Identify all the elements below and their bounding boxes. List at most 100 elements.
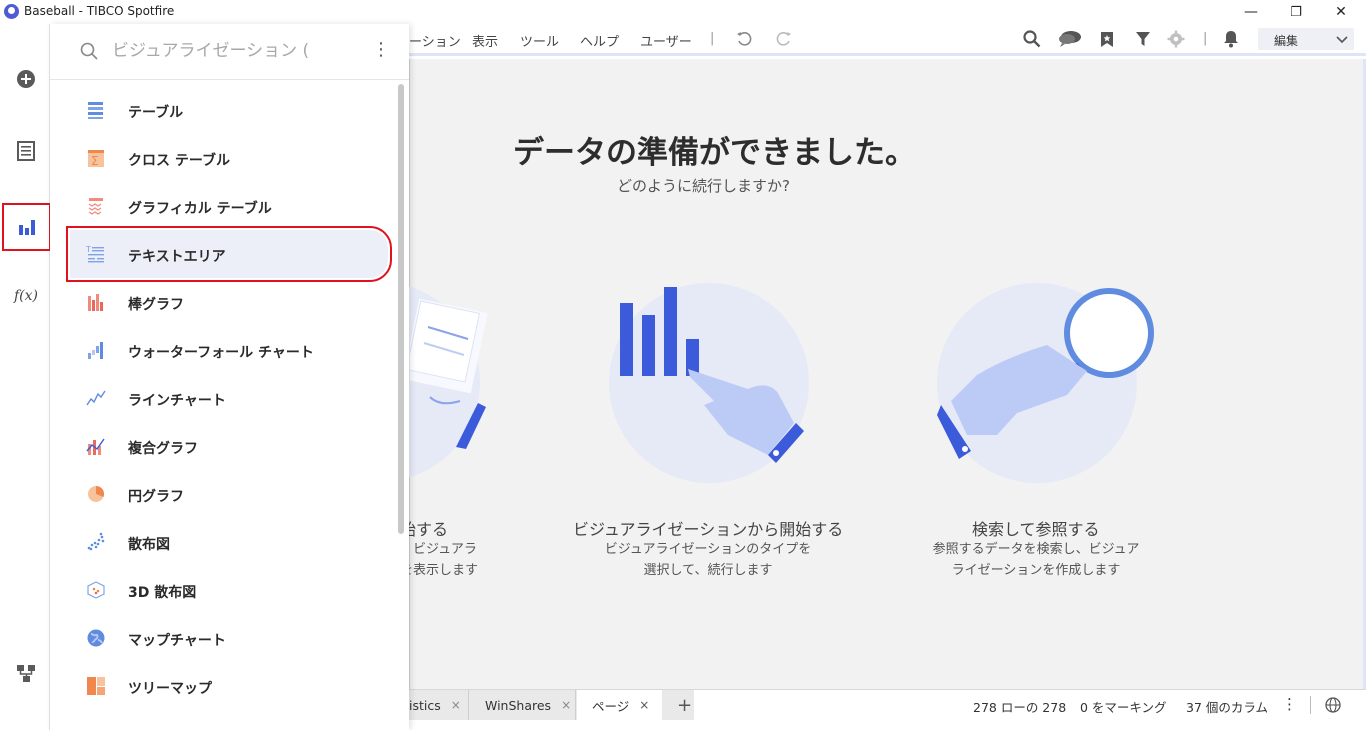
vis-item-label: ツリーマップ bbox=[128, 681, 212, 697]
tab-close-icon[interactable]: × bbox=[639, 698, 649, 712]
menu-item-view[interactable]: 表示 bbox=[472, 31, 498, 50]
vis-item-scatter-plot[interactable]: 散布図 bbox=[70, 518, 388, 566]
vis-item-label: 散布図 bbox=[128, 537, 170, 553]
vis-item-label: ラインチャート bbox=[128, 393, 226, 409]
combination-chart-icon bbox=[86, 438, 105, 455]
page-tabs: istics × WinShares × ページ × + bbox=[409, 690, 694, 720]
card-desc-line: 選択して、続行します bbox=[643, 563, 773, 578]
card-description: ビジュアライゼーションのタイプを 選択して、続行します bbox=[603, 539, 813, 581]
more-vertical-icon[interactable]: ⋮ bbox=[372, 40, 390, 60]
vis-item-pie-chart[interactable]: 円グラフ bbox=[70, 470, 388, 518]
vis-item-line-chart[interactable]: ラインチャート bbox=[70, 374, 388, 422]
card-desc-line: 、ビジュアラ bbox=[400, 542, 477, 557]
visualization-search-input[interactable] bbox=[112, 38, 324, 64]
search-bar: ⋮ bbox=[50, 24, 409, 80]
vis-item-label: グラフィカル テーブル bbox=[128, 201, 272, 217]
menu-item-help[interactable]: ヘルプ bbox=[580, 31, 619, 50]
settings-button[interactable] bbox=[1166, 29, 1186, 49]
card-title: ビジュアライゼーションから開始する bbox=[573, 520, 844, 539]
card-desc-line: を表示します bbox=[400, 563, 479, 578]
3d-scatter-plot-icon bbox=[87, 581, 105, 599]
menu-item-user[interactable]: ユーザー bbox=[640, 31, 692, 50]
gear-icon bbox=[1167, 30, 1185, 48]
close-button[interactable]: ✕ bbox=[1318, 0, 1364, 24]
add-page-button[interactable]: + bbox=[677, 690, 692, 720]
filter-button[interactable] bbox=[1133, 29, 1153, 49]
vis-item-map-chart[interactable]: マップチャート bbox=[70, 614, 388, 662]
page-subtitle: どのように続行しますか? bbox=[617, 177, 790, 195]
menu-item-tools[interactable]: ツール bbox=[520, 31, 559, 50]
redo-button[interactable] bbox=[774, 29, 794, 49]
status-more-button[interactable]: ⋮ bbox=[1282, 695, 1297, 713]
tab-label: istics bbox=[409, 697, 441, 713]
collaboration-button[interactable] bbox=[1058, 29, 1082, 49]
undo-button[interactable] bbox=[734, 29, 754, 49]
vis-item-bar-chart[interactable]: 棒グラフ bbox=[70, 278, 388, 326]
edit-mode-label: 編集 bbox=[1274, 34, 1299, 48]
vis-item-waterfall-chart[interactable]: ウォーターフォール チャート bbox=[70, 326, 388, 374]
function-icon[interactable]: f(x) bbox=[3, 273, 49, 319]
card-description: 参照するデータを検索し、ビジュア ライゼーションを作成します bbox=[927, 539, 1145, 581]
add-icon bbox=[17, 70, 35, 88]
card-description: 、ビジュアラ を表示します bbox=[400, 539, 478, 581]
data-table-icon bbox=[17, 141, 35, 161]
marked-count: 0 をマーキング bbox=[1080, 700, 1167, 715]
vis-item-table[interactable]: テーブル bbox=[70, 86, 388, 134]
status-bar: istics × WinShares × ページ × + 278 ローの 278… bbox=[409, 689, 1366, 730]
card-title: 検索して参照する bbox=[972, 520, 1100, 539]
card-desc-line: ビジュアライゼーションのタイプを bbox=[604, 542, 812, 557]
redo-icon bbox=[776, 32, 791, 46]
search-icon bbox=[80, 42, 98, 60]
edit-mode-dropdown[interactable]: 編集 bbox=[1258, 28, 1354, 50]
documents-illustration-icon bbox=[410, 298, 488, 449]
page-tab-statistics[interactable]: istics × bbox=[409, 690, 469, 720]
vis-item-cross-table[interactable]: Σ クロス テーブル bbox=[70, 134, 388, 182]
table-icon bbox=[88, 102, 103, 119]
menu-bar: ーション 表示 ツール ヘルプ ユーザー | | 編集 bbox=[409, 24, 1366, 56]
tab-close-icon[interactable]: × bbox=[561, 698, 571, 712]
chevron-down-icon bbox=[1336, 36, 1348, 44]
vis-item-label: 円グラフ bbox=[128, 489, 184, 505]
tab-close-icon[interactable]: × bbox=[451, 698, 461, 712]
status-separator bbox=[1310, 696, 1311, 714]
restore-button[interactable]: ❐ bbox=[1273, 0, 1319, 24]
tab-label: ページ bbox=[592, 698, 630, 714]
minimize-button[interactable]: — bbox=[1228, 0, 1274, 24]
notifications-button[interactable] bbox=[1221, 29, 1241, 49]
panel-scrollbar[interactable] bbox=[398, 84, 404, 534]
page-tab-page[interactable]: ページ × bbox=[577, 690, 662, 720]
bookmark-button[interactable] bbox=[1097, 29, 1117, 49]
data-canvas-button[interactable] bbox=[3, 650, 49, 696]
vis-item-label: ウォーターフォール チャート bbox=[128, 345, 314, 361]
spotfire-logo-icon bbox=[4, 4, 19, 19]
add-data-button[interactable] bbox=[3, 56, 49, 102]
visualization-types-button[interactable] bbox=[2, 203, 51, 251]
vis-item-3d-scatter-plot[interactable]: 3D 散布図 bbox=[70, 566, 388, 614]
map-chart-icon bbox=[87, 629, 105, 647]
vis-item-text-area[interactable]: T テキストエリア bbox=[66, 226, 392, 282]
vis-item-label: クロス テーブル bbox=[128, 153, 231, 169]
left-icon-rail: f(x) bbox=[0, 24, 51, 730]
vis-item-label: 複合グラフ bbox=[128, 441, 198, 457]
analysis-canvas: データの準備ができました。 どのように続行しますか? 始する 、ビジュアラ を表… bbox=[280, 59, 1366, 689]
cross-table-icon: Σ bbox=[88, 150, 104, 168]
search-button[interactable] bbox=[1022, 29, 1042, 49]
column-count: 37 個のカラム bbox=[1186, 700, 1269, 715]
svg-text:Σ: Σ bbox=[91, 154, 99, 168]
text-area-icon: T bbox=[86, 245, 104, 263]
vis-item-graphical-table[interactable]: グラフィカル テーブル bbox=[70, 182, 388, 230]
magnifier-hand-illustration-icon bbox=[937, 288, 1154, 459]
menu-separator: | bbox=[710, 31, 715, 46]
data-canvas-icon bbox=[17, 665, 35, 682]
undo-icon bbox=[737, 32, 752, 46]
vis-item-combination-chart[interactable]: 複合グラフ bbox=[70, 422, 388, 470]
comments-icon bbox=[1059, 31, 1081, 47]
globe-icon[interactable] bbox=[1325, 697, 1341, 713]
menu-separator-2: | bbox=[1203, 31, 1208, 46]
page-tab-winshares[interactable]: WinShares × bbox=[470, 690, 576, 720]
vis-item-treemap[interactable]: ツリーマップ bbox=[70, 662, 388, 710]
menu-item-visualization[interactable]: ーション bbox=[409, 31, 461, 50]
vis-item-label: マップチャート bbox=[128, 633, 226, 649]
data-table-button[interactable] bbox=[3, 128, 49, 174]
page-title: データの準備ができました。 bbox=[513, 135, 916, 171]
